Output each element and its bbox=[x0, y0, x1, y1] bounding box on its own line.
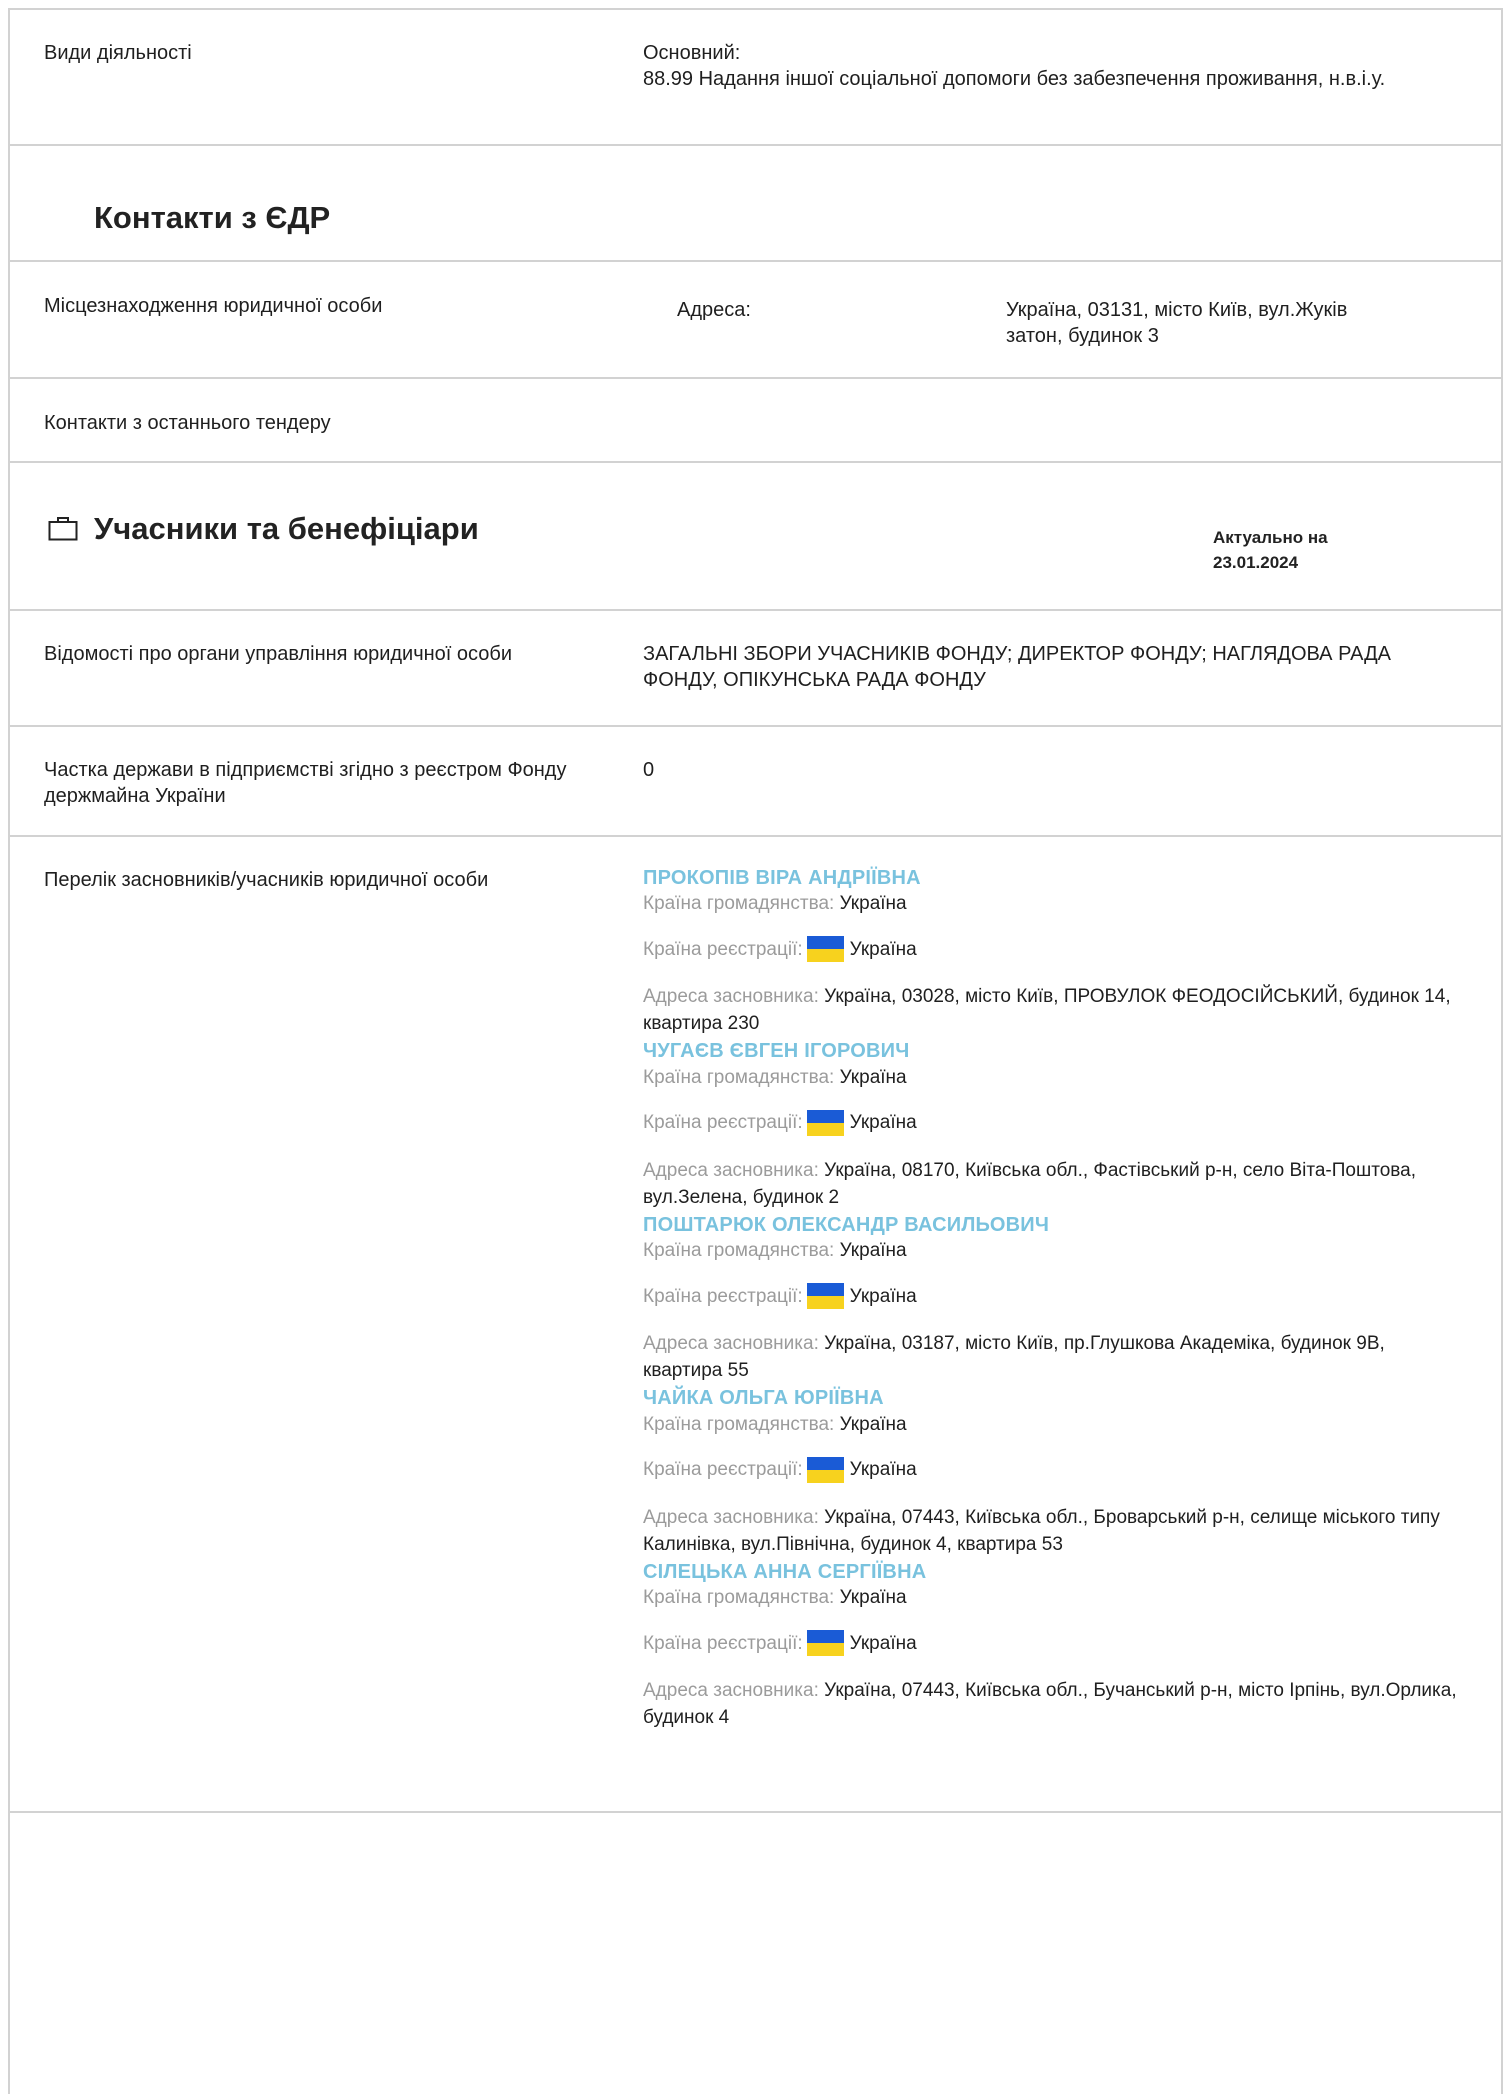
briefcase-icon bbox=[48, 517, 78, 541]
citizenship-label: Країна громадянства: bbox=[643, 1587, 835, 1609]
citizenship-value: Україна bbox=[839, 1240, 907, 1262]
founder-citizenship: Країна громадянства: Україна bbox=[643, 891, 1463, 916]
citizenship-label: Країна громадянства: bbox=[643, 1066, 835, 1088]
founder-address: Адреса засновника: Україна, 03028, місто… bbox=[643, 984, 1463, 1038]
state-share-label: Частка держави в підприємстві згідно з р… bbox=[44, 759, 567, 808]
activity-main-value: 88.99 Надання іншої соціальної допомоги … bbox=[643, 68, 1386, 91]
founders-list: ПРОКОПІВ ВІРА АНДРІЇВНА Країна громадянст… bbox=[643, 865, 1463, 1732]
tender-contacts-row: Контакти з останнього тендеру bbox=[10, 379, 1501, 463]
citizenship-value: Україна bbox=[839, 1413, 907, 1435]
location-label: Місцезнаходження юридичної особи bbox=[44, 295, 383, 317]
founder-name-link[interactable]: СІЛЕЦЬКА АННА СЕРГІЇВНА bbox=[643, 1559, 1463, 1585]
founders-row: Перелік засновників/учасників юридичної … bbox=[10, 837, 1501, 1813]
founder-item: ПРОКОПІВ ВІРА АНДРІЇВНА Країна громадянст… bbox=[643, 865, 1463, 1038]
citizenship-value: Україна bbox=[839, 1066, 907, 1088]
as-of-block: Актуально на 23.01.2024 bbox=[1213, 526, 1328, 575]
registration-value: Україна bbox=[849, 938, 917, 960]
founders-label: Перелік засновників/учасників юридичної … bbox=[44, 869, 489, 891]
citizenship-value: Україна bbox=[839, 1587, 907, 1609]
activity-label: Види діяльності bbox=[44, 42, 192, 64]
founder-name-link[interactable]: ЧАЙКА ОЛЬГА ЮРІЇВНА bbox=[643, 1385, 1463, 1411]
citizenship-label: Країна громадянства: bbox=[643, 893, 835, 915]
governance-row: Відомості про органи управління юридично… bbox=[10, 611, 1501, 727]
founder-registration: Країна реєстрації: Україна bbox=[643, 1630, 1463, 1657]
activity-row: Види діяльності Основний: 88.99 Надання … bbox=[10, 10, 1501, 146]
location-row: Місцезнаходження юридичної особи Адреса:… bbox=[10, 262, 1501, 379]
participants-title: Учасники та бенефіціари bbox=[94, 511, 479, 546]
registration-value: Україна bbox=[849, 1632, 917, 1654]
founder-citizenship: Країна громадянства: Україна bbox=[643, 1065, 1463, 1090]
ukraine-flag-icon bbox=[806, 936, 844, 963]
registration-label: Країна реєстрації: bbox=[643, 1285, 803, 1307]
founder-registration: Країна реєстрації: Україна bbox=[643, 1456, 1463, 1483]
founder-name-link[interactable]: ПОШТАРЮК ОЛЕКСАНДР ВАСИЛЬОВИЧ bbox=[643, 1212, 1463, 1238]
founder-item: ЧАЙКА ОЛЬГА ЮРІЇВНА Країна громадянства: … bbox=[643, 1385, 1463, 1558]
registration-label: Країна реєстрації: bbox=[643, 938, 803, 960]
address-value: Україна, 03131, місто Київ, вул.Жуків за… bbox=[1006, 299, 1348, 348]
activity-main-label: Основний: bbox=[643, 42, 741, 64]
founder-name-link[interactable]: ЧУГАЄВ ЄВГЕН ІГОРОВИЧ bbox=[643, 1038, 1463, 1064]
company-details-panel: Види діяльності Основний: 88.99 Надання … bbox=[8, 8, 1503, 2094]
founder-registration: Країна реєстрації: Україна bbox=[643, 1109, 1463, 1136]
founder-registration: Країна реєстрації: Україна bbox=[643, 936, 1463, 963]
participants-header: Учасники та бенефіціари Актуально на 23.… bbox=[10, 463, 1501, 611]
ukraine-flag-icon bbox=[806, 1109, 844, 1136]
founder-address: Адреса засновника: Україна, 07443, Київс… bbox=[643, 1678, 1463, 1732]
founder-citizenship: Країна громадянства: Україна bbox=[643, 1238, 1463, 1263]
activity-value: Основний: 88.99 Надання іншої соціальної… bbox=[643, 40, 1463, 93]
founder-address-label: Адреса засновника: bbox=[643, 1506, 819, 1528]
founder-address: Адреса засновника: Україна, 07443, Київс… bbox=[643, 1505, 1463, 1559]
as-of-date: 23.01.2024 bbox=[1213, 552, 1299, 572]
ukraine-flag-icon bbox=[806, 1456, 844, 1483]
state-share-value: 0 bbox=[643, 759, 655, 781]
founder-item: ЧУГАЄВ ЄВГЕН ІГОРОВИЧ Країна громадянства… bbox=[643, 1038, 1463, 1211]
founder-address: Адреса засновника: Україна, 08170, Київс… bbox=[643, 1158, 1463, 1212]
founder-item: ПОШТАРЮК ОЛЕКСАНДР ВАСИЛЬОВИЧ Країна гром… bbox=[643, 1212, 1463, 1385]
registration-label: Країна реєстрації: bbox=[643, 1632, 803, 1654]
tender-contacts-label: Контакти з останнього тендеру bbox=[44, 412, 331, 434]
ukraine-flag-icon bbox=[806, 1630, 844, 1657]
state-share-row: Частка держави в підприємстві згідно з р… bbox=[10, 727, 1501, 837]
founder-address: Адреса засновника: Україна, 03187, місто… bbox=[643, 1331, 1463, 1385]
founder-citizenship: Країна громадянства: Україна bbox=[643, 1585, 1463, 1610]
founder-address-label: Адреса засновника: bbox=[643, 1159, 819, 1181]
citizenship-label: Країна громадянства: bbox=[643, 1413, 835, 1435]
registration-value: Україна bbox=[849, 1112, 917, 1134]
founder-citizenship: Країна громадянства: Україна bbox=[643, 1412, 1463, 1437]
citizenship-label: Країна громадянства: bbox=[643, 1240, 835, 1262]
registration-label: Країна реєстрації: bbox=[643, 1112, 803, 1134]
founder-address-label: Адреса засновника: bbox=[643, 1333, 819, 1355]
registration-value: Україна bbox=[849, 1285, 917, 1307]
contacts-edr-header: Контакти з ЄДР bbox=[10, 146, 1501, 262]
as-of-label: Актуально на bbox=[1213, 528, 1328, 547]
governance-value: ЗАГАЛЬНІ ЗБОРИ УЧАСНИКІВ ФОНДУ; ДИРЕКТОР… bbox=[643, 643, 1391, 692]
ukraine-flag-icon bbox=[806, 1283, 844, 1310]
founder-item: СІЛЕЦЬКА АННА СЕРГІЇВНА Країна громадянст… bbox=[643, 1559, 1463, 1732]
founder-name-link[interactable]: ПРОКОПІВ ВІРА АНДРІЇВНА bbox=[643, 865, 1463, 891]
address-label: Адреса: bbox=[677, 299, 751, 321]
founder-address-label: Адреса засновника: bbox=[643, 986, 819, 1008]
registration-value: Україна bbox=[849, 1459, 917, 1481]
registration-label: Країна реєстрації: bbox=[643, 1459, 803, 1481]
governance-label: Відомості про органи управління юридично… bbox=[44, 643, 513, 665]
citizenship-value: Україна bbox=[839, 893, 907, 915]
founder-registration: Країна реєстрації: Україна bbox=[643, 1283, 1463, 1310]
contacts-edr-title: Контакти з ЄДР bbox=[94, 200, 331, 235]
founder-address-label: Адреса засновника: bbox=[643, 1680, 819, 1702]
